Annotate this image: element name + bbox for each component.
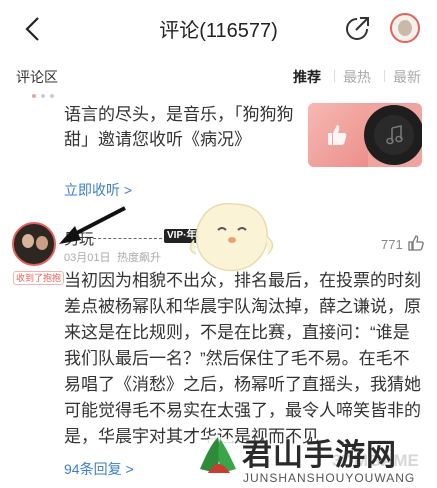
commenter-avatar[interactable] (12, 222, 56, 266)
trending-tag: 热度飙升 (117, 252, 161, 264)
thumbs-up-icon[interactable] (407, 234, 425, 252)
comment-section-bar: 评论区 推荐 最热 最新 (0, 60, 437, 90)
partial-row-indicator (32, 94, 54, 98)
listen-now-link[interactable]: 立即收听 > (64, 180, 132, 200)
view-replies-link[interactable]: 94条回复 > (64, 459, 134, 479)
annotation-arrow (59, 206, 126, 244)
watermark-title: 君山手游网 (242, 438, 397, 473)
comment-date: 03月01日 (64, 252, 111, 264)
thumbs-up-icon (328, 125, 347, 145)
sort-divider (384, 70, 385, 82)
music-share-card[interactable] (308, 103, 422, 167)
mascot-overlay-image (189, 202, 274, 272)
music-note-icon (386, 125, 403, 145)
sort-newest-tab[interactable]: 最新 (393, 67, 421, 87)
page-title: 评论(116577) (159, 20, 278, 42)
share-arrow-icon[interactable] (343, 15, 371, 43)
sort-hottest-tab[interactable]: 最热 (343, 67, 371, 87)
watermark-subtitle: JUNSHANSHOUYOUWANG (243, 471, 416, 485)
comment-body: 当初因为相貌不出众，排名最后，在投票的时刻差点被杨幂队和华晨宇队淘汰掉，薛之谦说… (64, 271, 421, 446)
sort-recommended-tab[interactable]: 推荐 (293, 67, 321, 87)
top-bar: 评论(116577) (0, 0, 437, 58)
like-count: 771 (381, 237, 403, 252)
shared-music-text: 语言的尽头，是音乐，「狗狗狗甜」邀请您收听《病况》 (64, 105, 294, 149)
avatar-badge: 收到了抱抱 (13, 271, 65, 285)
section-title: 评论区 (16, 69, 58, 85)
sort-divider (334, 70, 335, 82)
user-avatar[interactable] (390, 13, 420, 43)
